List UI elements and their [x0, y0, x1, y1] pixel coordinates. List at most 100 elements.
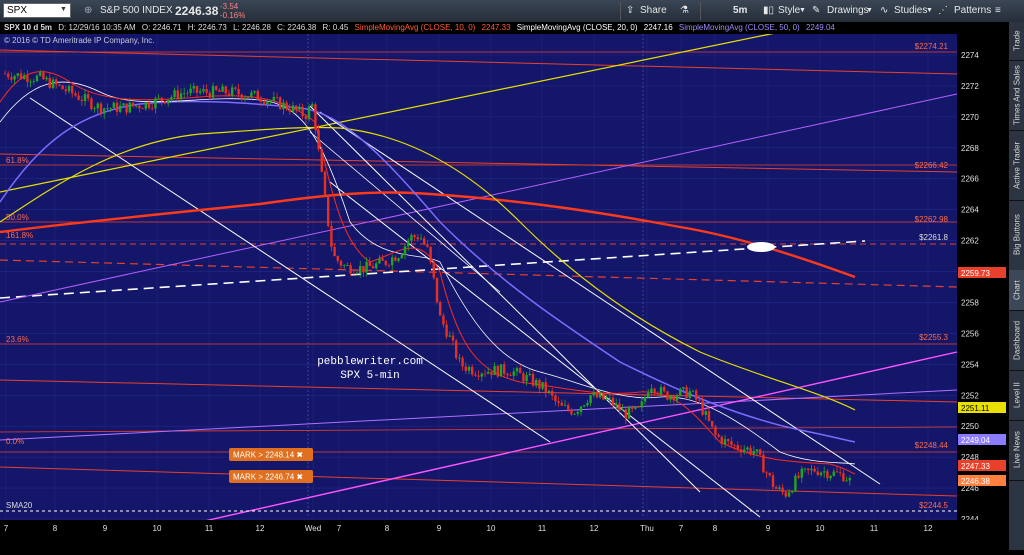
sidebar-tab-chart[interactable]: Chart [1009, 270, 1024, 311]
candle-body [599, 393, 602, 398]
trend-line [0, 49, 958, 75]
candles-icon[interactable]: ▮▯ [763, 0, 774, 22]
candle-body [832, 471, 835, 476]
time-axis: 7 8 9 10 11 12 Wed 7 8 9 10 11 12 Thu 7 8 9 10 11 12 [0, 520, 1008, 538]
candle-body [311, 104, 314, 107]
candle [192, 82, 195, 94]
candle-body [576, 411, 579, 414]
candle-body [707, 411, 711, 421]
fib-label: 0.0% [6, 437, 24, 446]
candle-body [343, 265, 346, 267]
chart-area[interactable]: 61.8% 50.0% 161.8% 23.6% 0.0% $2274.21 $2266.4… [0, 22, 1008, 550]
candle-body [87, 94, 90, 99]
candle [816, 466, 819, 477]
flask-icon[interactable]: ⚗ [680, 0, 689, 22]
symbol-dropdown-icon[interactable]: ▼ [60, 6, 67, 13]
candle-body [451, 335, 455, 341]
candle [775, 485, 778, 490]
candle-body [771, 475, 775, 487]
candle-body [730, 441, 733, 446]
candle-body [538, 379, 541, 389]
time-tick-label: 12 [256, 524, 265, 533]
sidebar-tab-dashboard[interactable]: Dashboard [1009, 310, 1024, 371]
candle-body [541, 382, 544, 389]
fib-label: 23.6% [6, 335, 29, 344]
candle [813, 465, 816, 473]
price-tick-label: 2256 [961, 329, 979, 338]
share-button[interactable]: Share [640, 0, 667, 22]
drawings-dropdown-icon[interactable]: ▼ [866, 0, 873, 22]
share-icon[interactable]: ⇪ [626, 0, 634, 22]
candle-body [154, 98, 157, 109]
sidebar-tab-live-news[interactable]: Live News [1009, 420, 1024, 481]
candle-body [611, 397, 615, 406]
candle-body [320, 149, 323, 172]
candle-body [839, 472, 842, 474]
candle-body [336, 256, 339, 261]
alert-mark-label: MARK > 2246.74 ✖ [233, 473, 303, 482]
candle [512, 367, 515, 380]
sidebar-tab-trade[interactable]: Trade [1009, 22, 1024, 61]
sma10-label: SimpleMovingAvg (CLOSE, 10, 0) [354, 23, 476, 32]
candle-body [621, 409, 624, 411]
candle-body [835, 471, 839, 473]
bar-close: C: 2246.38 [277, 23, 317, 32]
candle [624, 405, 627, 424]
sidebar-tab-level-ii[interactable]: Level II [1009, 370, 1024, 421]
candle [723, 434, 727, 449]
candle-body [215, 86, 218, 90]
patterns-icon[interactable]: ⋰ [938, 0, 948, 22]
candle [64, 85, 67, 95]
candle [544, 377, 547, 398]
candle [823, 466, 826, 478]
candle-body [419, 238, 423, 240]
candle-body [743, 449, 746, 453]
dashed-white-trend-line [0, 240, 866, 299]
candle-body [67, 86, 71, 92]
sidebar-tab-times-and-sales[interactable]: Times And Sales [1009, 60, 1024, 131]
trend-line [319, 111, 881, 485]
candle-body [263, 101, 266, 105]
studies-dropdown-icon[interactable]: ▼ [926, 0, 933, 22]
price-chart[interactable]: 61.8% 50.0% 161.8% 23.6% 0.0% $2274.21 $2266.4… [0, 22, 1008, 550]
style-button[interactable]: Style [778, 0, 800, 22]
sidebar-tab-active-trader[interactable]: Active Trader [1009, 130, 1024, 201]
candle-body [778, 487, 781, 489]
candle-body [509, 375, 512, 377]
level-label: $2274.21 [915, 42, 949, 51]
candle-body [131, 102, 135, 107]
settings-icon[interactable]: ≡ [995, 0, 1001, 22]
candle [586, 399, 589, 408]
symbol-lookup-icon[interactable]: ⊕ [84, 0, 92, 22]
candle [186, 90, 189, 97]
candle [336, 255, 339, 264]
candle [727, 438, 730, 446]
candle-body [173, 90, 176, 98]
candle-body [439, 302, 442, 316]
price-tick-label: 2266 [961, 175, 979, 184]
candle-body [327, 195, 330, 226]
patterns-button[interactable]: Patterns [954, 0, 991, 22]
candle-body [483, 373, 487, 375]
candle [362, 265, 365, 277]
candle-body [167, 99, 170, 104]
candle-body [371, 266, 375, 269]
candle-body [586, 402, 589, 406]
candle-body [823, 471, 826, 473]
interval-button[interactable]: 5m [733, 0, 747, 22]
bottom-bar [0, 538, 1008, 550]
candle-body [381, 258, 384, 261]
candle [45, 75, 48, 82]
candle [551, 387, 554, 400]
candle [435, 277, 439, 305]
studies-icon[interactable]: ∿ [880, 0, 888, 22]
drawings-button[interactable]: Drawings [827, 0, 869, 22]
candle [282, 99, 285, 115]
sidebar-tab-big-buttons[interactable]: Big Buttons [1009, 200, 1024, 271]
pencil-icon[interactable]: ✎ [812, 0, 820, 22]
studies-button[interactable]: Studies [894, 0, 927, 22]
candle [589, 394, 592, 407]
style-dropdown-icon[interactable]: ▼ [799, 0, 806, 22]
candle [496, 364, 499, 379]
time-tick-label: 10 [487, 524, 496, 533]
